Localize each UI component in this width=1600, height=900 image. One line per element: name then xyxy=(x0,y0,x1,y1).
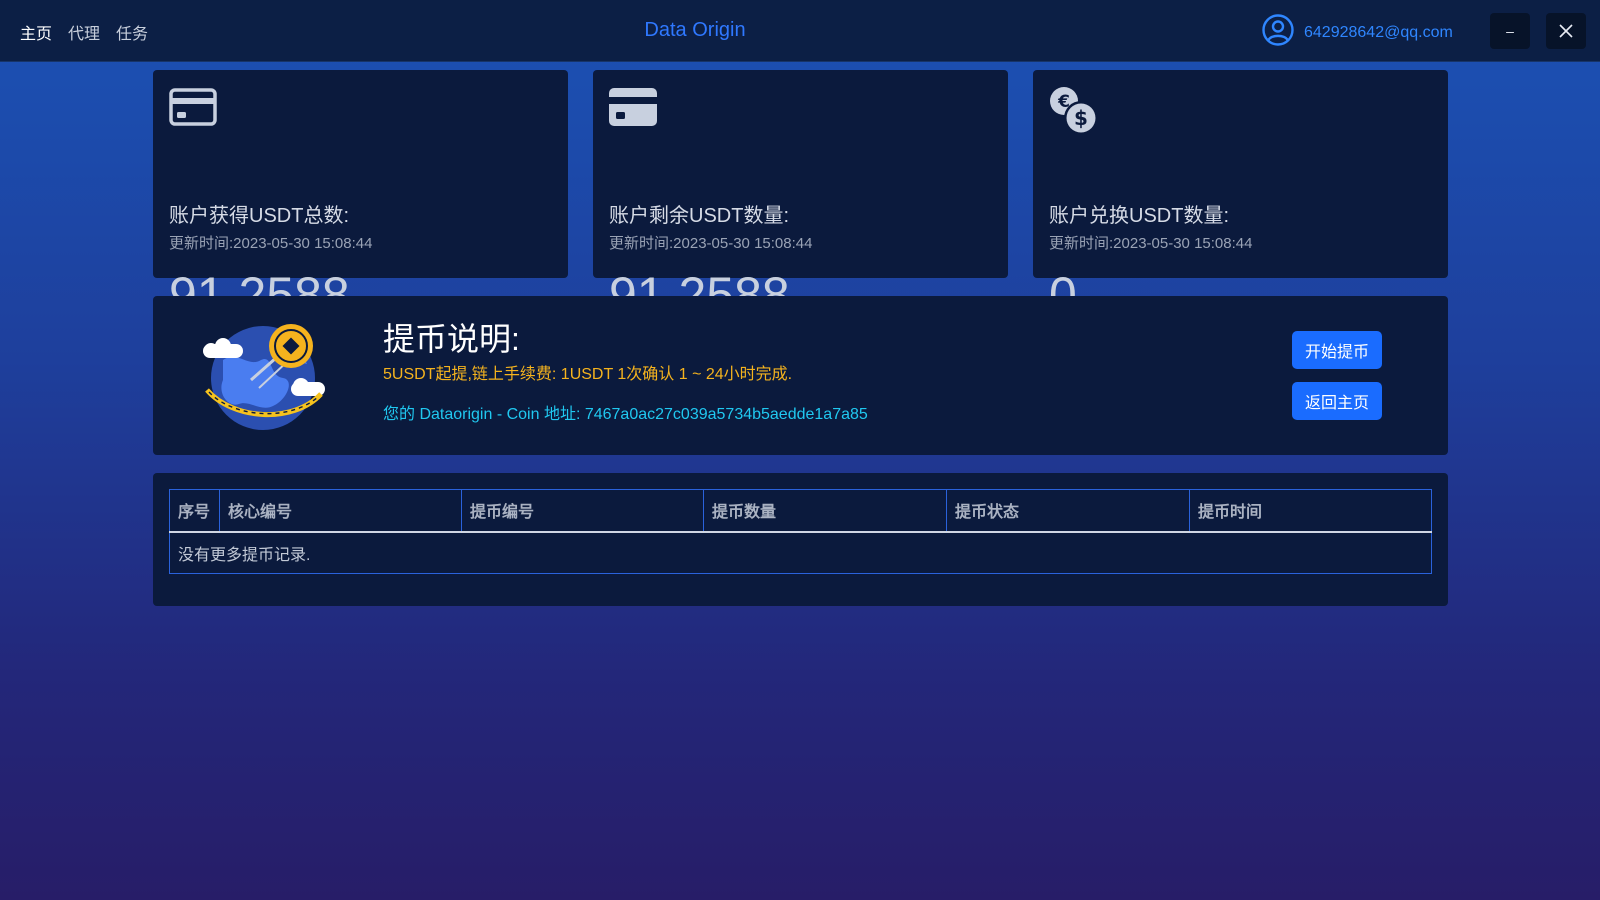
stat-card-total: 账户获得USDT总数: 更新时间:2023-05-30 15:08:44 91.… xyxy=(153,70,568,320)
stat-label: 账户剩余USDT数量: xyxy=(609,205,789,227)
credit-card-outline-icon xyxy=(169,88,217,131)
stat-label: 账户兑换USDT数量: xyxy=(1049,205,1229,227)
stat-updated-time: 更新时间:2023-05-30 15:08:44 xyxy=(609,235,813,252)
withdraw-panel: 提币说明: 5USDT起提,链上手续费: 1USDT 1次确认 1 ~ 24小时… xyxy=(153,296,1448,455)
minimize-button[interactable]: – xyxy=(1490,13,1530,49)
back-home-button[interactable]: 返回主页 xyxy=(1292,382,1382,420)
stat-updated-time: 更新时间:2023-05-30 15:08:44 xyxy=(1049,235,1253,252)
user-account[interactable]: 642928642@qq.com xyxy=(1262,14,1453,51)
column-header-time: 提币时间 xyxy=(1189,489,1432,533)
currency-exchange-icon: € $ xyxy=(1049,86,1099,141)
table-header-row: 序号 核心编号 提币编号 提币数量 提币状态 提币时间 xyxy=(169,489,1432,533)
main-nav: 主页 代理 任务 xyxy=(20,20,148,44)
withdraw-records-table: 序号 核心编号 提币编号 提币数量 提币状态 提币时间 没有更多提币记录. xyxy=(169,489,1432,574)
stat-card-remaining: 账户剩余USDT数量: 更新时间:2023-05-30 15:08:44 91.… xyxy=(593,70,1008,320)
stat-card-exchanged: € $ 账户兑换USDT数量: 更新时间:2023-05-30 15:08:44… xyxy=(1033,70,1448,320)
top-bar: 主页 代理 任务 Data Origin 642928642@qq.com – xyxy=(0,0,1600,62)
table-row: 没有更多提币记录. xyxy=(170,532,1432,574)
wallet-address: 您的 Dataorigin - Coin 地址: 7467a0ac27c039a… xyxy=(383,406,868,423)
stat-updated-time: 更新时间:2023-05-30 15:08:44 xyxy=(169,235,373,252)
column-header-withdraw-id: 提币编号 xyxy=(461,489,704,533)
withdraw-title: 提币说明: xyxy=(383,321,520,357)
withdraw-records-panel: 序号 核心编号 提币编号 提币数量 提币状态 提币时间 没有更多提币记录. xyxy=(153,473,1448,606)
close-button[interactable] xyxy=(1546,13,1586,49)
column-header-amount: 提币数量 xyxy=(703,489,947,533)
nav-item-home[interactable]: 主页 xyxy=(20,20,52,44)
column-header-status: 提币状态 xyxy=(946,489,1190,533)
nav-item-task[interactable]: 任务 xyxy=(116,20,148,44)
globe-coin-illustration xyxy=(203,320,325,437)
start-withdraw-button[interactable]: 开始提币 xyxy=(1292,331,1382,369)
column-header-core-id: 核心编号 xyxy=(219,489,462,533)
user-avatar-icon xyxy=(1262,14,1294,51)
svg-text:$: $ xyxy=(1074,106,1088,130)
nav-item-agent[interactable]: 代理 xyxy=(68,20,100,44)
credit-card-filled-icon xyxy=(609,88,657,131)
user-email[interactable]: 642928642@qq.com xyxy=(1304,24,1453,42)
withdraw-rule: 5USDT起提,链上手续费: 1USDT 1次确认 1 ~ 24小时完成. xyxy=(383,366,793,383)
stat-label: 账户获得USDT总数: xyxy=(169,205,349,227)
minimize-icon: – xyxy=(1506,23,1514,39)
empty-records-message: 没有更多提币记录. xyxy=(178,546,311,564)
app-title: Data Origin xyxy=(644,19,746,41)
column-header-index: 序号 xyxy=(169,489,220,533)
close-icon xyxy=(1559,24,1573,38)
